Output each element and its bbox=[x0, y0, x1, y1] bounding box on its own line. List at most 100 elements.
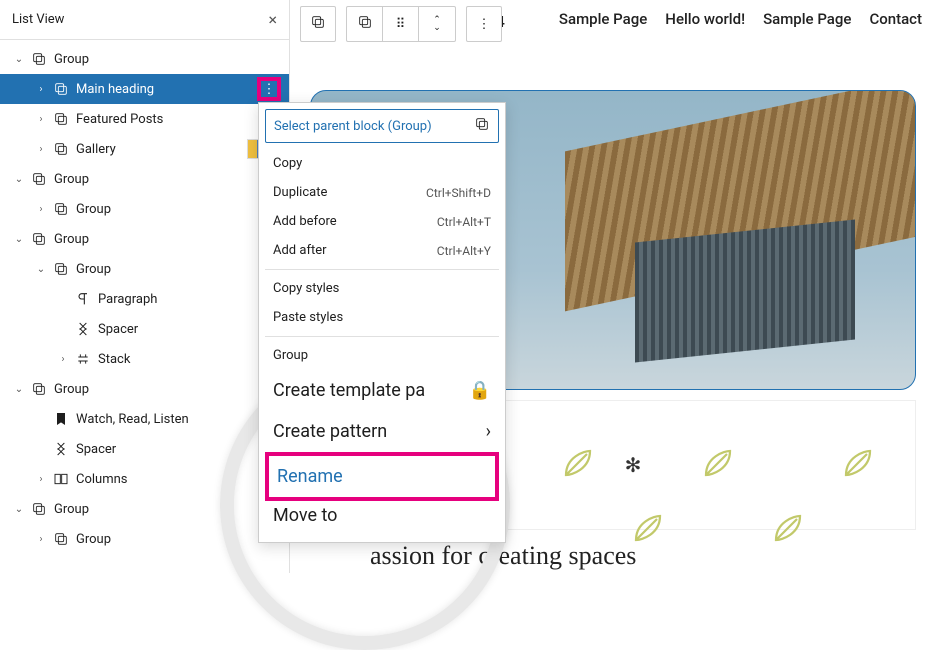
group-icon bbox=[474, 116, 490, 136]
spacer-icon bbox=[72, 321, 94, 337]
ctx-copy[interactable]: Copy bbox=[265, 149, 499, 178]
close-icon[interactable]: × bbox=[268, 10, 277, 29]
group-icon bbox=[50, 261, 72, 277]
chevron-right-icon[interactable]: › bbox=[32, 534, 50, 545]
list-item-label: Stack bbox=[94, 352, 281, 367]
list-item-label: Gallery bbox=[72, 142, 247, 157]
chevron-right-icon[interactable]: › bbox=[32, 474, 50, 485]
group-icon bbox=[28, 171, 50, 187]
list-item-label: Featured Posts bbox=[72, 112, 281, 127]
chevron-right-icon[interactable]: › bbox=[32, 144, 50, 155]
list-item-group[interactable]: ⌄ Group bbox=[0, 224, 289, 254]
list-item-main-heading[interactable]: › Main heading⋮ bbox=[0, 74, 289, 104]
toolbar-drag-handle[interactable]: ⠿ bbox=[383, 7, 419, 41]
group-icon bbox=[357, 14, 373, 34]
ctx-group[interactable]: Group bbox=[265, 341, 499, 370]
toolbar-group-button[interactable] bbox=[347, 7, 383, 41]
chevron-right-icon[interactable]: › bbox=[32, 204, 50, 215]
list-item-watch-read-listen[interactable]: Watch, Read, Listen bbox=[0, 404, 289, 434]
more-vertical-icon: ⋮ bbox=[478, 17, 491, 32]
list-item-group[interactable]: ⌄ Group bbox=[0, 254, 289, 284]
list-item-label: Columns bbox=[72, 472, 281, 487]
block-context-menu: Select parent block (Group) Copy Duplica… bbox=[258, 102, 506, 543]
group-block-button[interactable] bbox=[300, 6, 336, 42]
para-icon bbox=[72, 291, 94, 307]
group-icon bbox=[28, 381, 50, 397]
list-item-label: Main heading bbox=[72, 82, 257, 97]
list-item-label: Group bbox=[72, 532, 281, 547]
list-item-columns[interactable]: › Columns bbox=[0, 464, 289, 494]
ctx-paste-styles[interactable]: Paste styles bbox=[265, 303, 499, 332]
list-item-label: Group bbox=[50, 172, 281, 187]
list-item-paragraph[interactable]: Paragraph bbox=[0, 284, 289, 314]
list-view-panel: List View × ⌄ Group › Main heading⋮ › Feature… bbox=[0, 0, 290, 573]
list-item-featured-posts[interactable]: › Featured Posts bbox=[0, 104, 289, 134]
list-item-group[interactable]: ⌄ Group bbox=[0, 494, 289, 524]
ctx-rename[interactable]: Rename bbox=[265, 452, 499, 501]
list-item-stack[interactable]: › Stack bbox=[0, 344, 289, 374]
row-options-button[interactable]: ⋮ bbox=[257, 77, 281, 101]
chevron-down-icon[interactable]: ⌄ bbox=[10, 384, 28, 395]
list-item-group[interactable]: ⌄ Group bbox=[0, 44, 289, 74]
chevron-down-icon[interactable]: ⌄ bbox=[10, 54, 28, 65]
site-nav: Sample Page Hello world! Sample Page Con… bbox=[559, 10, 922, 28]
list-item-label: Group bbox=[50, 382, 281, 397]
nav-link[interactable]: Hello world! bbox=[665, 10, 745, 28]
list-item-spacer[interactable]: Spacer bbox=[0, 314, 289, 344]
list-item-label: Watch, Read, Listen bbox=[72, 412, 281, 427]
group-icon bbox=[50, 81, 72, 97]
chevron-right-icon: › bbox=[486, 421, 491, 442]
nav-link[interactable]: Contact bbox=[869, 10, 922, 28]
chevron-right-icon[interactable]: › bbox=[32, 84, 50, 95]
list-item-label: Spacer bbox=[94, 322, 281, 337]
chevron-right-icon[interactable]: › bbox=[54, 354, 72, 365]
star-icon: ✻ bbox=[625, 453, 642, 477]
list-item-group[interactable]: › Group bbox=[0, 524, 289, 554]
toolbar-more-button[interactable]: ⋮ bbox=[466, 6, 502, 42]
list-item-label: Group bbox=[72, 262, 281, 277]
chevron-down-icon[interactable]: ⌄ bbox=[10, 174, 28, 185]
lock-icon: 🔒 bbox=[469, 380, 491, 401]
group-icon bbox=[50, 111, 72, 127]
ctx-duplicate[interactable]: DuplicateCtrl+Shift+D bbox=[265, 178, 499, 207]
list-item-gallery[interactable]: › Gallery bbox=[0, 134, 289, 164]
ctx-create-template-part[interactable]: Create template pa🔒 bbox=[265, 370, 499, 411]
list-item-label: Paragraph bbox=[94, 292, 281, 307]
ctx-add-before[interactable]: Add beforeCtrl+Alt+T bbox=[265, 207, 499, 236]
select-parent-label: Select parent block (Group) bbox=[274, 119, 432, 134]
group-icon bbox=[28, 51, 50, 67]
leaf-icon bbox=[770, 510, 806, 546]
chevron-down-icon: ⌄ bbox=[433, 24, 441, 32]
list-item-label: Group bbox=[50, 232, 281, 247]
list-view-tree: ⌄ Group › Main heading⋮ › Featured Posts › Gall… bbox=[0, 40, 289, 558]
list-item-group[interactable]: ⌄ Group bbox=[0, 374, 289, 404]
ctx-create-pattern[interactable]: Create pattern› bbox=[265, 411, 499, 452]
drag-icon: ⠿ bbox=[396, 17, 406, 32]
list-view-title: List View bbox=[12, 12, 64, 27]
list-item-group[interactable]: ⌄ Group bbox=[0, 164, 289, 194]
group-icon bbox=[310, 14, 326, 34]
chevron-down-icon[interactable]: ⌄ bbox=[10, 234, 28, 245]
list-item-group[interactable]: ›Group bbox=[0, 194, 289, 224]
toolbar-move-buttons[interactable]: ⌃ ⌄ bbox=[419, 7, 455, 41]
ctx-add-after[interactable]: Add afterCtrl+Alt+Y bbox=[265, 236, 499, 265]
block-toolbar: ⠿ ⌃ ⌄ ⋮ bbox=[300, 6, 502, 42]
leaf-icon bbox=[560, 445, 596, 481]
list-item-label: Group bbox=[50, 52, 281, 67]
bookmark-icon bbox=[50, 411, 72, 427]
select-parent-button[interactable]: Select parent block (Group) bbox=[265, 109, 499, 143]
chevron-right-icon[interactable]: › bbox=[32, 114, 50, 125]
ctx-copy-styles[interactable]: Copy styles bbox=[265, 274, 499, 303]
list-item-label: Group bbox=[50, 502, 281, 517]
nav-link[interactable]: Sample Page bbox=[559, 10, 647, 28]
hero-tagline: assion for creating spaces bbox=[370, 541, 636, 571]
chevron-down-icon[interactable]: ⌄ bbox=[10, 504, 28, 515]
group-icon bbox=[50, 141, 72, 157]
list-item-spacer[interactable]: Spacer bbox=[0, 434, 289, 464]
chevron-down-icon[interactable]: ⌄ bbox=[32, 264, 50, 275]
nav-link[interactable]: Sample Page bbox=[763, 10, 851, 28]
group-icon bbox=[50, 531, 72, 547]
list-item-label: Spacer bbox=[72, 442, 281, 457]
spacer-icon bbox=[50, 441, 72, 457]
ctx-move-to[interactable]: Move to bbox=[265, 501, 499, 536]
